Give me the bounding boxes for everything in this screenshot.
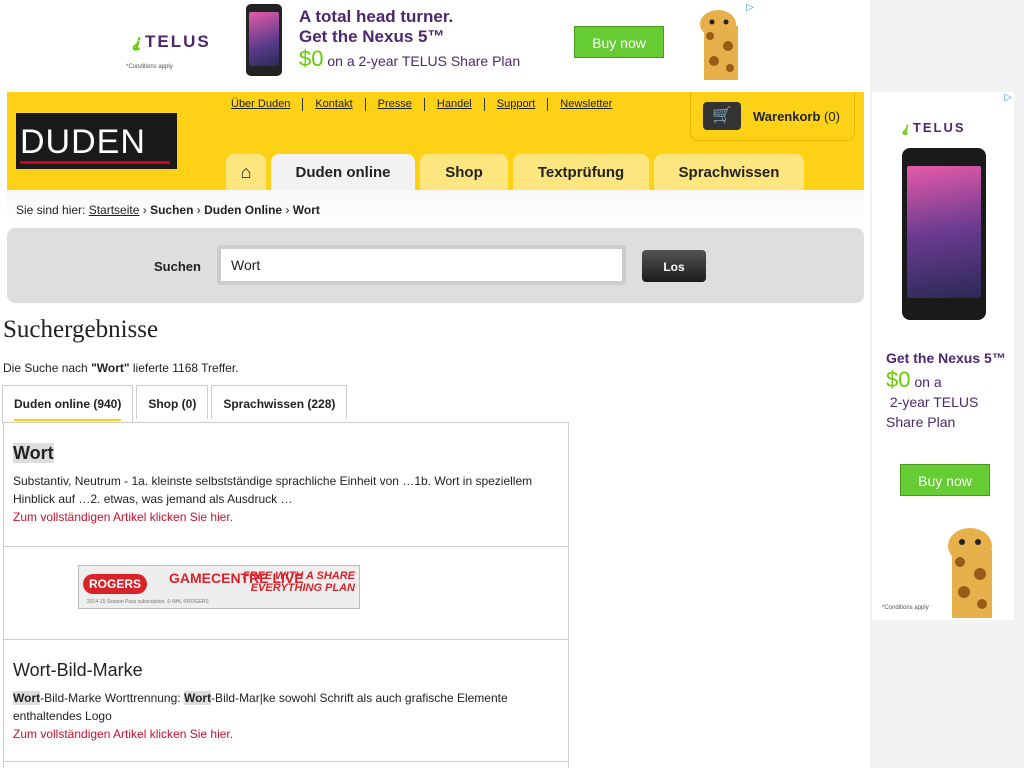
tab-shop[interactable]: Shop [420, 154, 508, 190]
result-title[interactable]: Wort-Bild-Marke [13, 660, 559, 681]
adchoices-icon[interactable]: ▷ [1004, 92, 1012, 103]
results-summary: Die Suche nach "Wort" lieferte 1168 Tref… [3, 361, 239, 375]
search-input[interactable] [217, 245, 626, 285]
breadcrumb-home[interactable]: Startseite [89, 203, 140, 217]
ad-slot: ROGERS GAMECENTRE LIVE FREE WITH A SHARE… [4, 547, 568, 640]
tab-sprachwissen[interactable]: Sprachwissen [654, 154, 804, 190]
adchoices-icon[interactable]: ▷ [746, 2, 754, 13]
search-button[interactable]: Los [642, 250, 706, 282]
result-link[interactable]: Zum vollständigen Artikel klicken Sie hi… [13, 725, 559, 743]
cart-count: (0) [824, 109, 840, 124]
breadcrumb-item: Suchen [150, 203, 194, 217]
duden-logo[interactable]: DUDEN [16, 113, 177, 169]
search-label: Suchen [154, 259, 201, 274]
link-newsletter[interactable]: Newsletter [547, 98, 624, 111]
giraffe-image [948, 528, 992, 618]
result-tabs: Duden online (940) Shop (0) Sprachwissen… [2, 385, 348, 423]
results-list: Wort Substantiv, Neutrum - 1a. kleinste … [3, 422, 569, 768]
cart-icon: 🛒 [703, 102, 741, 130]
result-link[interactable]: Zum vollständigen Artikel klicken Sie hi… [13, 508, 559, 526]
cart-button[interactable]: 🛒 Warenkorb (0) [690, 92, 855, 141]
telus-logo: ⸘ TELUS [132, 32, 211, 51]
results-title: Suchergebnisse [3, 316, 159, 343]
buy-now-button[interactable]: Buy now [574, 26, 664, 58]
giraffe-image [700, 10, 738, 80]
ad-conditions: *Conditions apply [882, 605, 929, 611]
link-presse[interactable]: Presse [364, 98, 424, 111]
home-icon[interactable]: ⌂ [226, 154, 266, 190]
phone-image [902, 148, 986, 320]
result-desc: Wort-Bild-Marke Worttrennung: Wort-Bild-… [13, 691, 508, 723]
breadcrumb-item: Wort [292, 203, 320, 217]
phone-image [246, 4, 282, 76]
top-banner-ad[interactable]: ⸘ TELUS *Conditions apply A total head tu… [118, 0, 758, 84]
link-kontakt[interactable]: Kontakt [302, 98, 364, 111]
breadcrumb-prefix: Sie sind hier: [16, 203, 86, 217]
rogers-banner-ad[interactable]: ROGERS GAMECENTRE LIVE FREE WITH A SHARE… [78, 565, 360, 609]
breadcrumb: Sie sind hier: Startseite › Suchen › Dud… [7, 190, 864, 226]
link-handel[interactable]: Handel [423, 98, 484, 111]
ad-promo: FREE WITH A SHARE EVERYTHING PLAN [242, 570, 355, 594]
tab-textpruefung[interactable]: Textprüfung [513, 154, 649, 190]
top-links: Über Duden Kontakt Presse Handel Support… [231, 98, 624, 111]
tab-duden-online[interactable]: Duden online [271, 154, 415, 190]
result-title[interactable]: Wort [13, 443, 54, 463]
ad-fine-print: 2014-15 Season Pass subscription. © NHL … [87, 599, 209, 605]
breadcrumb-item: Duden Online [204, 203, 283, 217]
ad-headline: A total head turner. Get the Nexus 5™ [299, 7, 454, 46]
buy-now-button[interactable]: Buy now [900, 464, 990, 496]
cart-label: Warenkorb [753, 109, 821, 124]
result-desc: Substantiv, Neutrum - 1a. kleinste selbs… [13, 474, 533, 506]
main-nav: ⌂ Duden online Shop Textprüfung Sprachwi… [226, 154, 804, 190]
ad-offer: $0 on a 2-year TELUS Share Plan [886, 367, 979, 431]
tab-sprachwissen-results[interactable]: Sprachwissen (228) [211, 385, 348, 419]
link-ueber-duden[interactable]: Über Duden [231, 98, 302, 111]
tab-shop-results[interactable]: Shop (0) [136, 385, 209, 419]
list-item: Wort Substantiv, Neutrum - 1a. kleinste … [4, 423, 568, 547]
ad-conditions: *Conditions apply [126, 64, 173, 70]
ad-offer: $0 on a 2-year TELUS Share Plan [299, 46, 521, 71]
list-item: Wort-Bild-Marke Wort-Bild-Marke Worttren… [4, 640, 568, 762]
ad-headline: Get the Nexus 5™ [886, 350, 1006, 366]
rogers-logo: ROGERS [83, 574, 148, 594]
search-panel: Suchen Los [7, 228, 864, 303]
telus-logo: ⸘ TELUS [902, 120, 966, 135]
tab-duden-online-results[interactable]: Duden online (940) [2, 385, 134, 423]
link-support[interactable]: Support [483, 98, 548, 111]
side-skyscraper-ad[interactable]: ▷ ⸘ TELUS Get the Nexus 5™ $0 on a 2-year… [872, 92, 1014, 620]
site-header: DUDEN Über Duden Kontakt Presse Handel S… [7, 92, 864, 190]
